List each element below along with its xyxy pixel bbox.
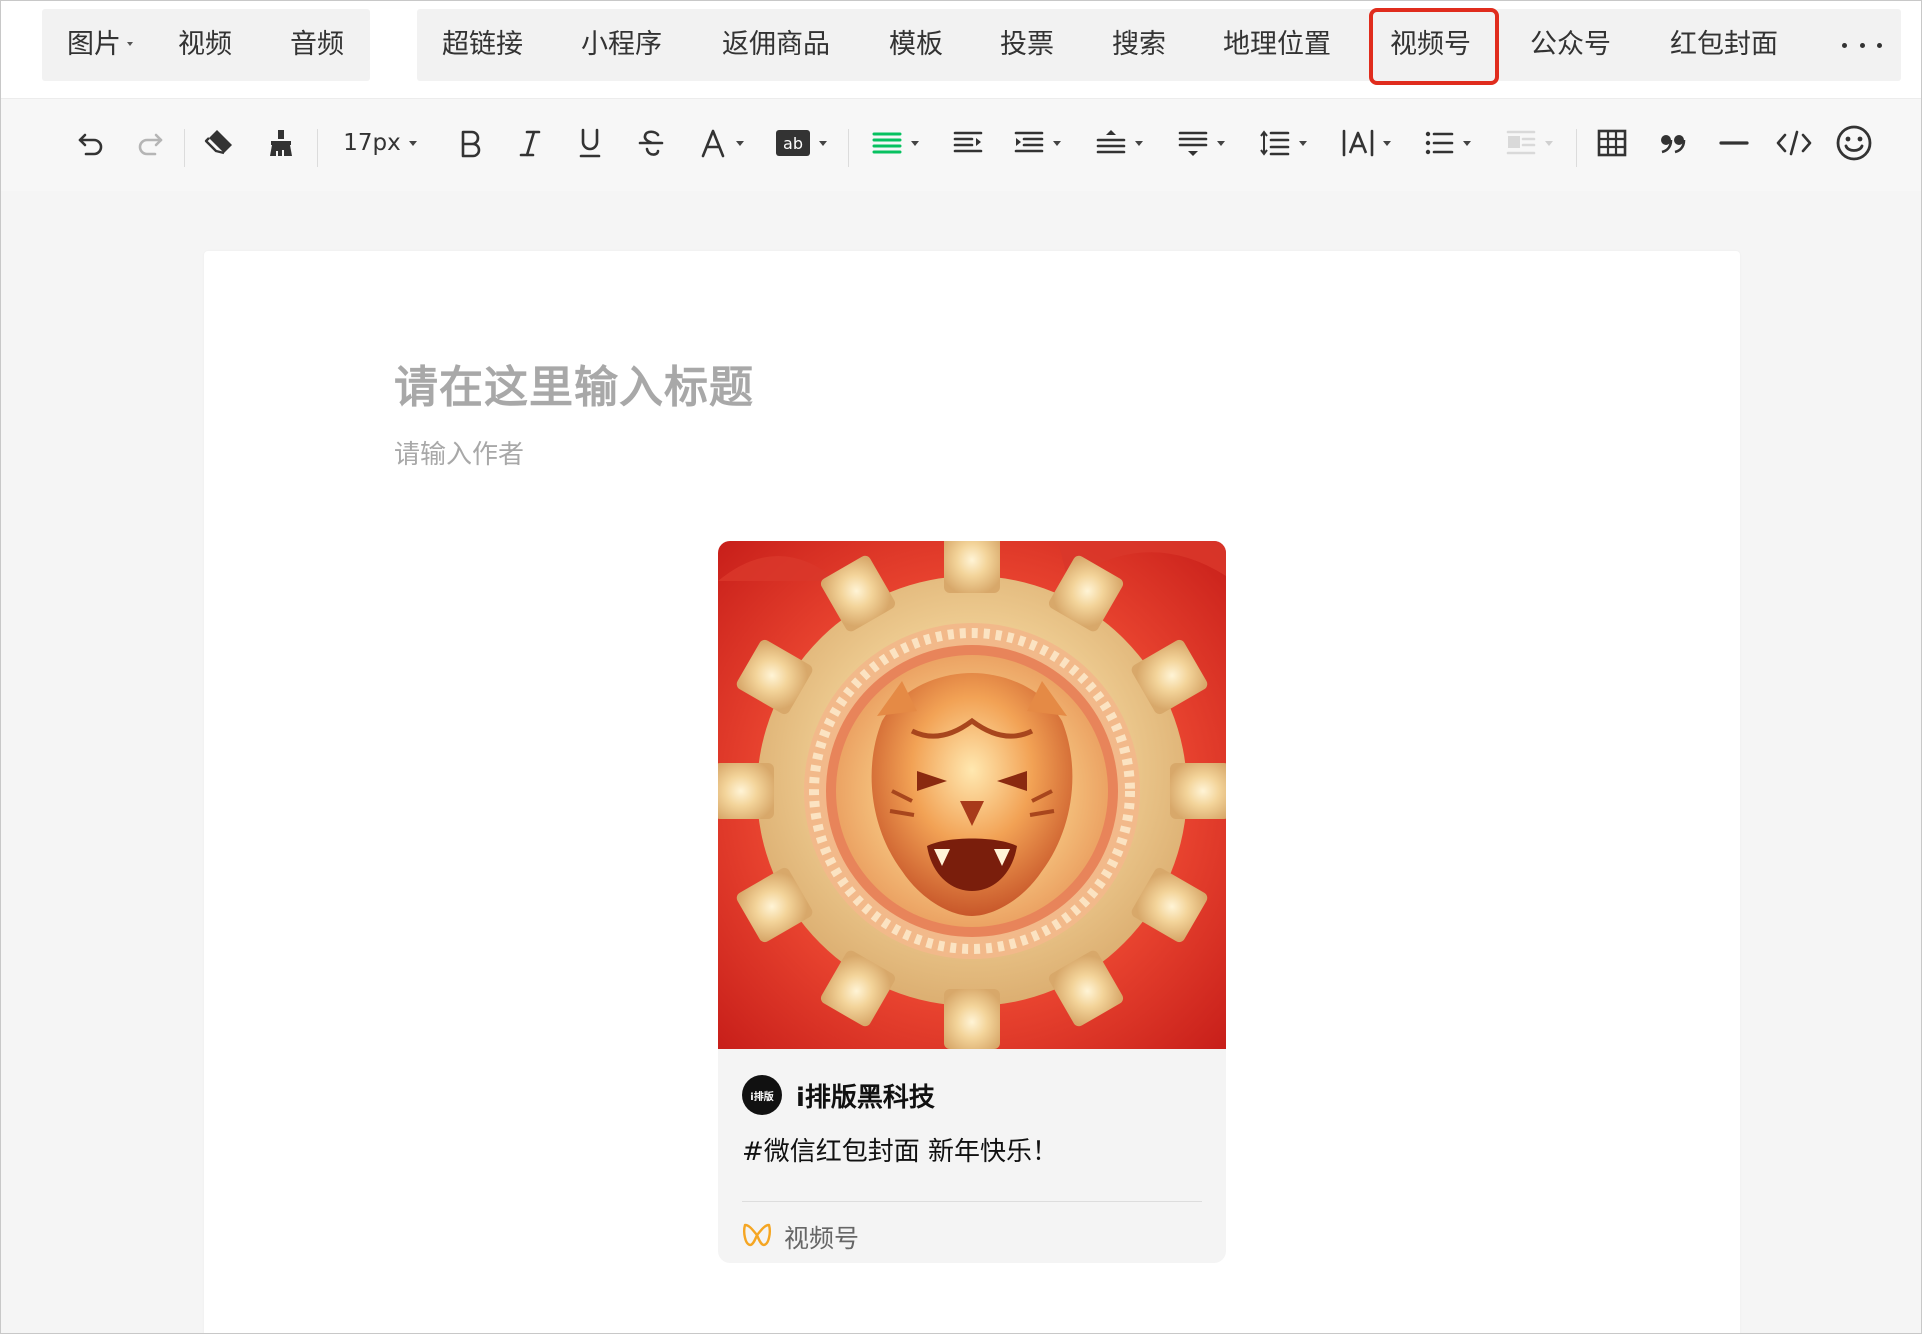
background-color-icon[interactable]: ab bbox=[771, 121, 831, 165]
table-icon[interactable] bbox=[1591, 121, 1633, 165]
paragraph-spacing-bottom-icon[interactable] bbox=[1173, 121, 1229, 165]
format-painter-icon[interactable] bbox=[261, 121, 301, 165]
insert-commission-product-button[interactable]: 返佣商品 bbox=[722, 9, 830, 81]
chevron-down-icon bbox=[408, 140, 417, 146]
insert-image-button[interactable]: 图片 bbox=[67, 9, 133, 81]
channels-highlight-annotation bbox=[1369, 8, 1499, 85]
strikethrough-icon[interactable] bbox=[631, 121, 671, 165]
font-size-select[interactable]: 17px bbox=[334, 121, 426, 165]
code-icon[interactable] bbox=[1773, 121, 1815, 165]
quote-icon[interactable] bbox=[1652, 121, 1694, 165]
title-input[interactable]: 请在这里输入标题 bbox=[394, 351, 1494, 413]
insert-official-account-button[interactable]: 公众号 bbox=[1530, 9, 1611, 81]
svg-text:ab: ab bbox=[783, 134, 803, 153]
insert-bar: 图片 视频 音频 超链接 小程序 返佣商品 模板 投票 搜索 地理位置 视频号 … bbox=[1, 1, 1921, 99]
more-horizontal-icon[interactable] bbox=[1842, 9, 1882, 81]
font-color-icon[interactable] bbox=[691, 121, 751, 165]
media-insert-group: 图片 视频 音频 bbox=[42, 9, 370, 81]
bold-icon[interactable] bbox=[450, 121, 490, 165]
insert-location-button[interactable]: 地理位置 bbox=[1223, 9, 1331, 81]
underline-icon[interactable] bbox=[570, 121, 610, 165]
video-cover-image bbox=[718, 541, 1226, 1049]
author-input[interactable]: 请输入作者 bbox=[394, 434, 994, 474]
card-description: #微信红包封面 新年快乐！ bbox=[742, 1137, 1059, 1167]
align-center-icon[interactable] bbox=[1009, 121, 1065, 165]
card-author-row: i排版 i排版黑科技 bbox=[742, 1074, 935, 1116]
card-source-label: 视频号 bbox=[784, 1224, 860, 1253]
card-author-name: i排版黑科技 bbox=[796, 1082, 935, 1113]
insert-audio-button[interactable]: 音频 bbox=[290, 9, 344, 81]
card-source: 视频号 bbox=[742, 1209, 859, 1263]
editor-page: 请在这里输入标题 请输入作者 i排版 i排版黑科技 #微信红包封面 新年快乐！ … bbox=[204, 251, 1740, 1333]
editor-window: 图片 视频 音频 超链接 小程序 返佣商品 模板 投票 搜索 地理位置 视频号 … bbox=[0, 0, 1922, 1334]
eraser-icon[interactable] bbox=[199, 121, 239, 165]
undo-icon[interactable] bbox=[71, 121, 111, 165]
card-divider bbox=[742, 1201, 1202, 1202]
letter-spacing-icon[interactable] bbox=[1337, 121, 1395, 165]
paragraph-spacing-top-icon[interactable] bbox=[1091, 121, 1147, 165]
line-height-icon[interactable] bbox=[1255, 121, 1311, 165]
toolbar-divider bbox=[184, 129, 185, 167]
indent-icon[interactable] bbox=[948, 121, 988, 165]
divider-icon[interactable] bbox=[1713, 121, 1755, 165]
float-icon[interactable] bbox=[1501, 121, 1557, 165]
toolbar-divider bbox=[317, 129, 318, 167]
insert-search-button[interactable]: 搜索 bbox=[1112, 9, 1166, 81]
insert-hyperlink-button[interactable]: 超链接 bbox=[442, 9, 523, 81]
italic-icon[interactable] bbox=[510, 121, 550, 165]
insert-video-button[interactable]: 视频 bbox=[178, 9, 232, 81]
redo-icon[interactable] bbox=[130, 121, 170, 165]
insert-vote-button[interactable]: 投票 bbox=[1000, 9, 1054, 81]
align-left-icon[interactable] bbox=[867, 121, 923, 165]
chevron-down-icon bbox=[127, 41, 133, 46]
insert-red-packet-cover-button[interactable]: 红包封面 bbox=[1670, 9, 1778, 81]
emoji-icon[interactable] bbox=[1833, 121, 1875, 165]
toolbar-divider bbox=[1576, 129, 1577, 167]
list-icon[interactable] bbox=[1419, 121, 1475, 165]
font-size-value: 17px bbox=[343, 130, 401, 156]
rich-insert-group: 超链接 小程序 返佣商品 模板 投票 搜索 地理位置 视频号 公众号 红包封面 bbox=[417, 9, 1901, 81]
avatar: i排版 bbox=[742, 1075, 782, 1115]
channels-video-card[interactable]: i排版 i排版黑科技 #微信红包封面 新年快乐！ 视频号 bbox=[718, 541, 1226, 1263]
format-toolbar: 17px ab bbox=[1, 99, 1921, 191]
channels-icon bbox=[742, 1222, 772, 1252]
insert-template-button[interactable]: 模板 bbox=[889, 9, 943, 81]
insert-miniprogram-button[interactable]: 小程序 bbox=[581, 9, 662, 81]
toolbar-divider bbox=[848, 129, 849, 167]
